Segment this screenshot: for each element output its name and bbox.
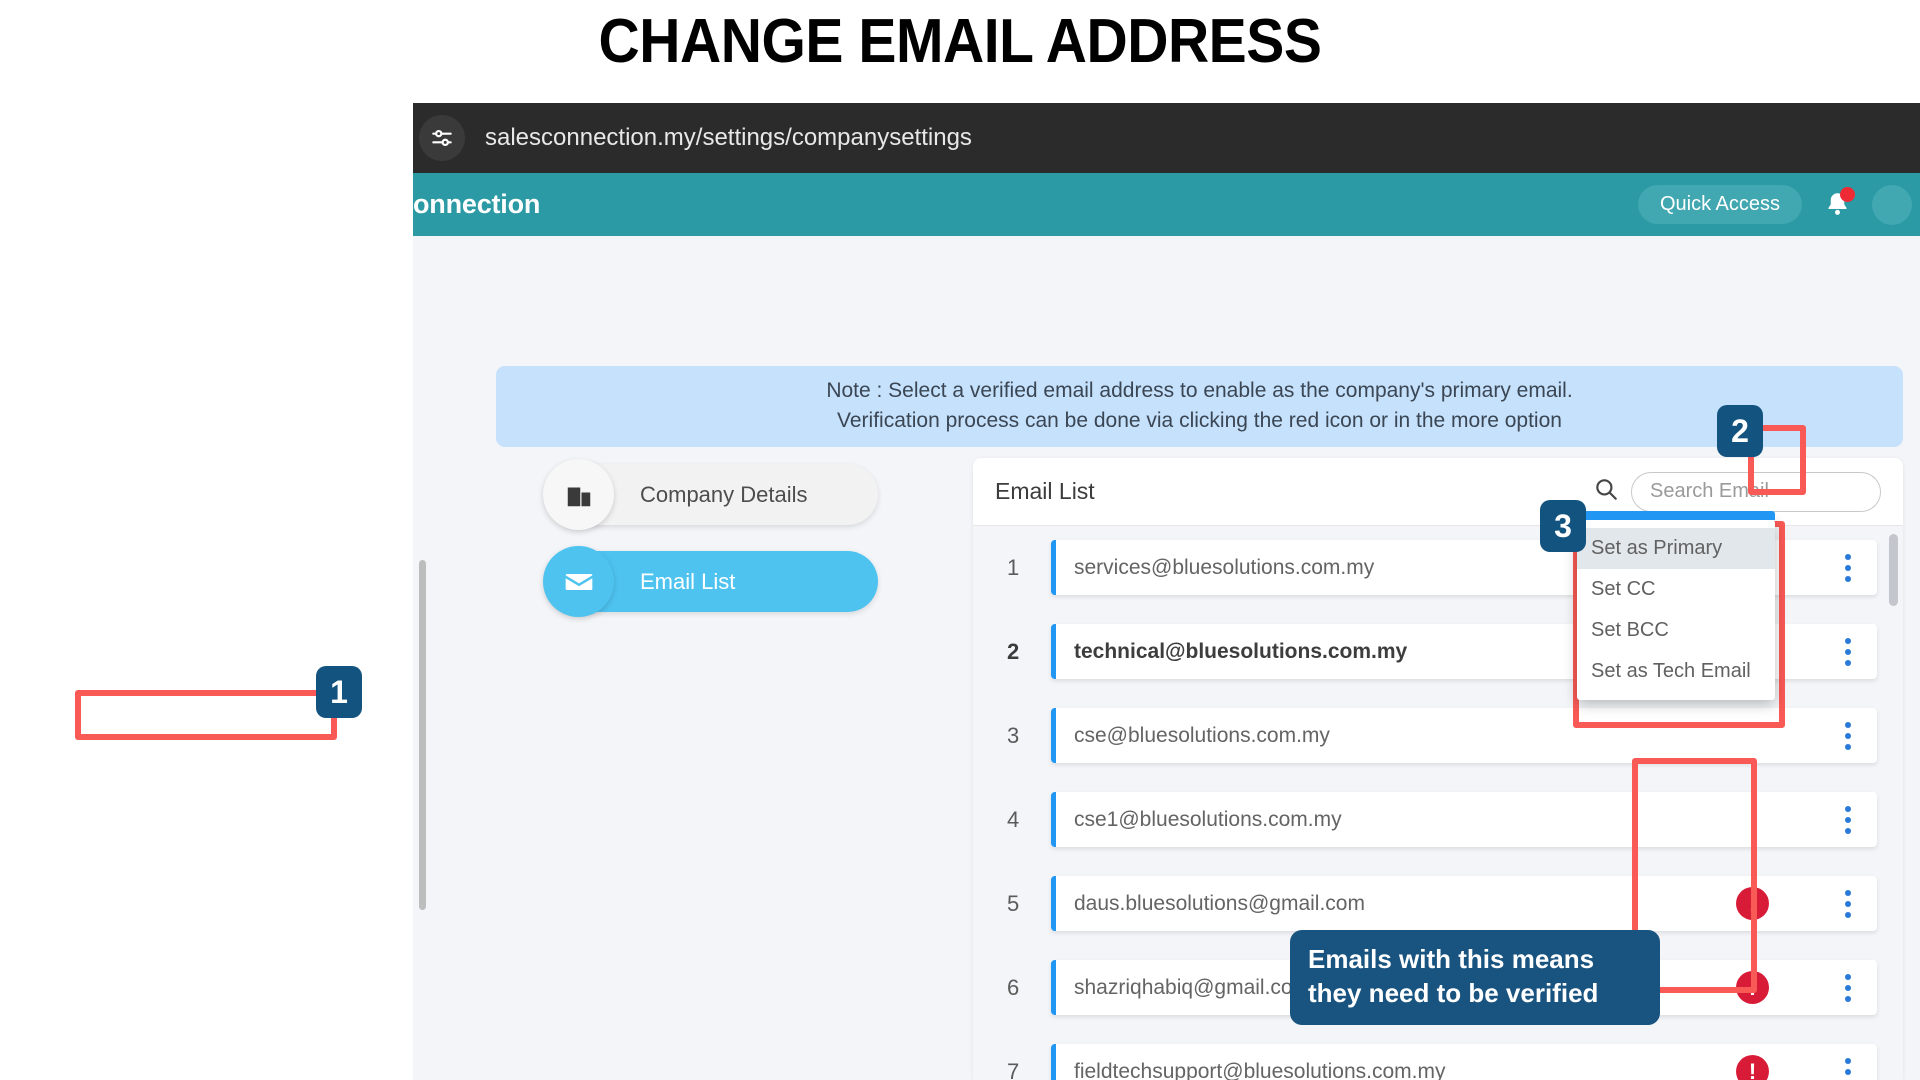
annotation-badge-1: 1 xyxy=(316,666,362,718)
search-input[interactable]: Search Email xyxy=(1631,471,1881,512)
more-vertical-icon[interactable] xyxy=(1835,635,1861,669)
quick-access-button[interactable]: Quick Access xyxy=(1637,185,1802,224)
more-vertical-icon[interactable] xyxy=(1835,719,1861,753)
app-brand: onnection xyxy=(413,189,541,219)
sidebar-background xyxy=(0,0,413,1080)
header-actions: Quick Access xyxy=(1637,173,1920,236)
nav-card-label: Company Details xyxy=(640,481,808,507)
more-vertical-icon[interactable] xyxy=(1835,887,1861,921)
screenshot-root: CHANGE EMAIL ADDRESS salesconnection.my/… xyxy=(0,0,1920,1080)
verify-callout: Emails with this means they need to be v… xyxy=(1290,930,1660,1025)
email-row-card[interactable]: daus.bluesolutions@gmail.com! xyxy=(1051,876,1877,931)
row-context-menu: Set as Primary Set CC Set BCC Set as Tech E… xyxy=(1577,511,1775,700)
annotation-badge-3: 3 xyxy=(1540,500,1586,552)
avatar[interactable] xyxy=(1872,184,1912,225)
email-row-card[interactable]: cse@bluesolutions.com.my xyxy=(1051,708,1877,763)
menu-item-set-bcc[interactable]: Set BCC xyxy=(1577,610,1775,651)
menu-item-set-as-primary[interactable]: Set as Primary xyxy=(1577,528,1775,569)
email-row-card[interactable]: cse1@bluesolutions.com.my xyxy=(1051,792,1877,847)
more-vertical-icon[interactable] xyxy=(1835,551,1861,585)
url-text[interactable]: salesconnection.my/settings/companysetti… xyxy=(485,124,972,152)
row-index: 7 xyxy=(1007,1058,1020,1080)
more-vertical-icon[interactable] xyxy=(1835,971,1861,1005)
email-address: shazriqhabiq@gmail.com xyxy=(1074,975,1311,999)
building-icon xyxy=(543,459,614,530)
email-address: fieldtechsupport@bluesolutions.com.my xyxy=(1074,1059,1446,1080)
table-row[interactable]: 4 cse1@bluesolutions.com.my xyxy=(1007,792,1877,847)
sidebar-scrollbar[interactable] xyxy=(419,560,426,910)
note-line-1: Note : Select a verified email address t… xyxy=(826,379,1573,402)
table-row[interactable]: 3 cse@bluesolutions.com.my xyxy=(1007,708,1877,763)
row-index: 2 xyxy=(1007,638,1020,664)
exclamation-circle-icon[interactable]: ! xyxy=(1736,887,1769,920)
scrollbar-thumb[interactable] xyxy=(1889,534,1898,606)
email-address: services@bluesolutions.com.my xyxy=(1074,555,1375,579)
table-row[interactable]: 5 daus.bluesolutions@gmail.com! xyxy=(1007,876,1877,931)
envelope-icon xyxy=(543,546,614,617)
email-row-card[interactable]: fieldtechsupport@bluesolutions.com.my! xyxy=(1051,1044,1877,1080)
email-search: Search Email xyxy=(1593,471,1881,512)
search-icon xyxy=(1593,476,1619,507)
nav-card-email-list[interactable]: Email List xyxy=(543,546,878,617)
email-address: cse@bluesolutions.com.my xyxy=(1074,723,1330,747)
settings-nav-cards: Company Details Email List xyxy=(543,459,878,638)
row-index: 3 xyxy=(1007,722,1020,748)
row-index: 1 xyxy=(1007,554,1020,580)
nav-card-label: Email List xyxy=(640,568,736,594)
row-index: 4 xyxy=(1007,806,1020,832)
annotation-badge-2: 2 xyxy=(1717,405,1763,457)
note-banner: Note : Select a verified email address t… xyxy=(496,366,1903,447)
note-line-2: Verification process can be done via cli… xyxy=(837,409,1562,433)
email-list-scrollbar[interactable] xyxy=(1889,534,1898,1072)
more-vertical-icon[interactable] xyxy=(1835,1055,1861,1080)
browser-url-bar: salesconnection.my/settings/companysetti… xyxy=(413,103,1920,173)
menu-item-set-cc[interactable]: Set CC xyxy=(1577,569,1775,610)
email-address: technical@bluesolutions.com.my xyxy=(1074,639,1408,663)
exclamation-circle-icon[interactable]: ! xyxy=(1736,1055,1769,1080)
nav-card-company-details[interactable]: Company Details xyxy=(543,459,878,530)
table-row[interactable]: 7 fieldtechsupport@bluesolutions.com.my! xyxy=(1007,1044,1877,1080)
exclamation-circle-icon[interactable]: ! xyxy=(1736,971,1769,1004)
tune-sliders-icon xyxy=(419,115,465,161)
row-index: 6 xyxy=(1007,974,1020,1000)
menu-item-set-as-tech-email[interactable]: Set as Tech Email xyxy=(1577,651,1775,692)
more-vertical-icon[interactable] xyxy=(1835,803,1861,837)
email-address: daus.bluesolutions@gmail.com xyxy=(1074,891,1365,915)
notification-dot xyxy=(1840,186,1855,202)
callout-line-1: Emails with this means xyxy=(1308,944,1595,974)
search-placeholder: Search Email xyxy=(1650,480,1769,502)
row-index: 5 xyxy=(1007,890,1020,916)
callout-line-2: they need to be verified xyxy=(1308,978,1599,1009)
email-list-title: Email List xyxy=(995,478,1095,504)
email-address: cse1@bluesolutions.com.my xyxy=(1074,807,1342,831)
app-header: onnection Quick Access xyxy=(413,173,1920,236)
notification-bell-icon[interactable] xyxy=(1820,186,1855,223)
